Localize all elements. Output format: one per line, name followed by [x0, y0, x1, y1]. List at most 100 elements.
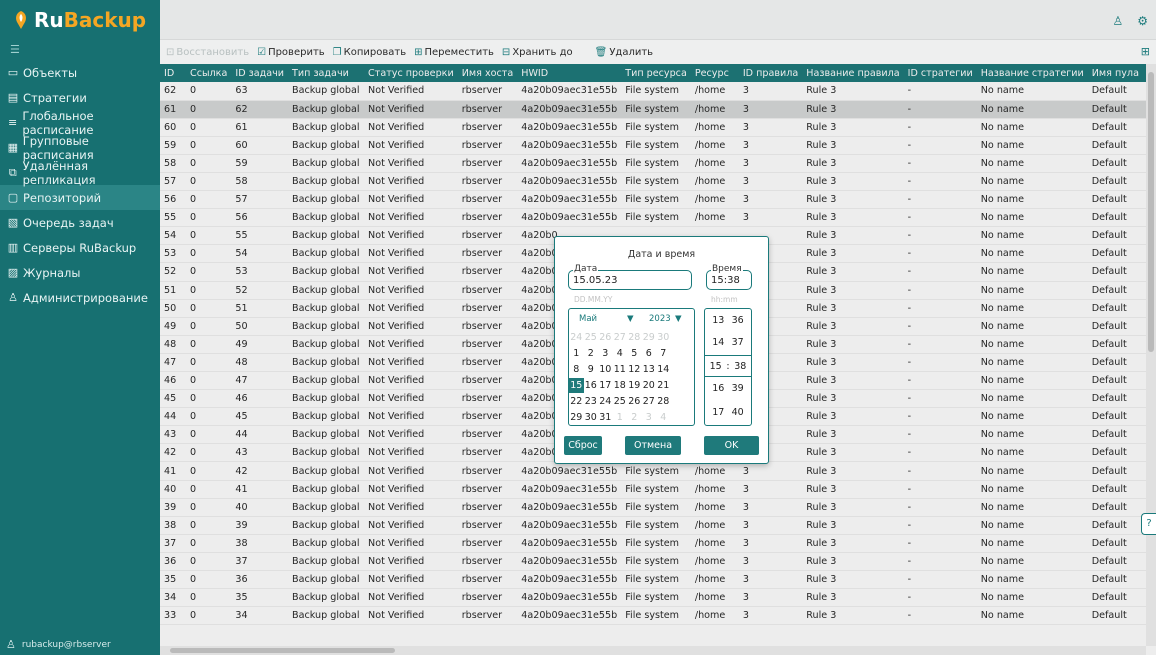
sidebar-item-label: Стратегии [23, 90, 87, 105]
calendar-day[interactable]: 11 [613, 364, 628, 375]
calendar-day[interactable]: 25 [584, 332, 599, 343]
calendar-day[interactable]: 27 [642, 396, 657, 407]
time-value[interactable]: 15:38 [711, 275, 740, 286]
move-button[interactable]: ⊞ Переместить [414, 47, 494, 58]
calendar-week: 29 30 31 1 2 3 4 [569, 409, 696, 425]
calendar-day[interactable]: 24 [598, 396, 613, 407]
calendar-day[interactable]: 21 [656, 380, 671, 391]
sidebar-item-3[interactable]: ▦ Групповые расписания [0, 134, 160, 162]
restore-button[interactable]: ⊡ Восстановить [166, 47, 249, 58]
calendar-day[interactable]: 29 [569, 412, 584, 423]
calendar-day[interactable]: 8 [569, 364, 584, 375]
month-select[interactable]: Май [579, 314, 597, 324]
help-icon[interactable]: ? [1141, 513, 1156, 535]
sidebar-item-5[interactable]: ▢ Репозиторий [0, 185, 160, 210]
calendar-day[interactable]: 23 [584, 396, 599, 407]
sidebar-item-4[interactable]: ⧉ Удалённая репликация [0, 159, 160, 187]
calendar-day[interactable]: 28 [627, 332, 642, 343]
dialog-title: Дата и время [627, 249, 696, 260]
time-value-cell: 39 [731, 383, 744, 394]
move-label: Переместить [424, 46, 494, 58]
sidebar-item-1[interactable]: ▤ Стратегии [0, 85, 160, 110]
calendar-day[interactable]: 30 [656, 332, 671, 343]
calendar-day[interactable]: 5 [627, 348, 642, 359]
calendar-day[interactable]: 24 [569, 332, 584, 343]
calendar-day[interactable]: 14 [656, 364, 671, 375]
calendar-day[interactable]: 9 [584, 364, 599, 375]
calendar-day[interactable]: 3 [642, 412, 657, 423]
calendar-week: 1234567 [569, 345, 696, 361]
delete-button[interactable]: 🗑 Удалить [595, 47, 653, 58]
ok-button[interactable]: OK [704, 436, 759, 455]
time-field[interactable]: Время 15:38 [706, 264, 752, 290]
year-select[interactable]: 2023 [649, 314, 671, 324]
calendar-day[interactable]: 1 [613, 412, 628, 423]
logo: Ru Backup [0, 0, 160, 40]
calendar-day[interactable]: 25 [613, 396, 628, 407]
date-label: Дата [573, 264, 599, 274]
calendar-day[interactable]: 6 [642, 348, 657, 359]
calendar-day[interactable]: 4 [656, 412, 671, 423]
list-icon: ≡ [8, 116, 18, 129]
calendar-day[interactable]: 28 [656, 396, 671, 407]
time-picker: 13 36 14 37 15:38 16 39 17 40 [704, 308, 752, 426]
time-option-row[interactable]: 13 36 [705, 315, 751, 326]
calendar-day[interactable]: 7 [656, 348, 671, 359]
calendar-week: 22 23 24 25 26 27 28 [569, 393, 696, 409]
time-option-row[interactable]: 14 37 [705, 337, 751, 348]
trash-icon: 🗑 [594, 46, 608, 58]
user-info[interactable]: ♙ rubackup@rbserver [6, 638, 111, 651]
column-settings-icon[interactable]: ⊞ [1141, 45, 1150, 58]
copy-button[interactable]: ❐ Копировать [333, 47, 406, 58]
calendar-day[interactable]: 2 [627, 412, 642, 423]
calendar-day[interactable]: 20 [642, 380, 657, 391]
calendar-day[interactable]: 18 [613, 380, 628, 391]
verify-button[interactable]: ☑ Проверить [257, 47, 325, 58]
calendar-day[interactable]: 22 [569, 396, 584, 407]
calendar-day[interactable]: 10 [598, 364, 613, 375]
calendar-day[interactable]: 15 [569, 377, 584, 393]
date-value[interactable]: 15.05.23 [573, 275, 618, 286]
calendar-day[interactable]: 19 [627, 380, 642, 391]
time-value-cell: 40 [731, 407, 744, 418]
calendar-day[interactable]: 27 [613, 332, 628, 343]
calendar-day[interactable]: 17 [598, 380, 613, 391]
profile-icon[interactable]: ♙ [1112, 14, 1123, 28]
calendar-day[interactable]: 31 [598, 412, 613, 423]
reset-button[interactable]: Сброс [564, 436, 602, 455]
calendar-day[interactable]: 13 [642, 364, 657, 375]
sidebar-item-label: Очередь задач [23, 215, 114, 230]
calendar-day[interactable]: 29 [642, 332, 657, 343]
year-chevron-down-icon[interactable]: ▼ [675, 314, 682, 324]
time-option-row[interactable]: 16 39 [705, 383, 751, 394]
sidebar-item-8[interactable]: ▨ Журналы [0, 260, 160, 285]
calendar-day[interactable]: 3 [598, 348, 613, 359]
sidebar-item-6[interactable]: ▧ Очередь задач [0, 210, 160, 235]
month-chevron-down-icon[interactable]: ▼ [627, 314, 634, 324]
date-field[interactable]: Дата 15.05.23 [568, 264, 692, 290]
keep-until-icon: ⊟ [501, 46, 511, 58]
verify-label: Проверить [268, 46, 325, 58]
time-current-row[interactable]: 15:38 [705, 355, 751, 377]
calendar-day[interactable]: 26 [598, 332, 613, 343]
monitor-icon: ▭ [7, 66, 19, 79]
calendar-day[interactable]: 4 [613, 348, 628, 359]
time-option-row[interactable]: 17 40 [705, 407, 751, 418]
sidebar-item-0[interactable]: ▭ Объекты [0, 60, 160, 85]
cancel-button[interactable]: Отмена [625, 436, 681, 455]
sidebar-item-7[interactable]: ▥ Серверы RuBackup [0, 235, 160, 260]
calendar-day[interactable]: 16 [584, 380, 599, 391]
calendar-day[interactable]: 12 [627, 364, 642, 375]
calendar-day[interactable]: 2 [584, 348, 599, 359]
calendar-day[interactable]: 26 [627, 396, 642, 407]
menu-collapse-icon[interactable]: ☰ [0, 40, 160, 60]
calendar-day[interactable]: 30 [584, 412, 599, 423]
move-icon: ⊞ [414, 46, 423, 58]
sidebar-item-2[interactable]: ≡ Глобальное расписание [0, 109, 160, 137]
app-window: Ru Backup ☰ ▭ Объекты ▤ Стратегии ≡ Глобальное… [0, 0, 1156, 655]
sidebar-item-9[interactable]: ♙ Администрирование [0, 285, 160, 310]
calendar-day[interactable]: 1 [569, 348, 584, 359]
settings-icon[interactable]: ⚙ [1137, 14, 1148, 28]
keep-until-button[interactable]: ⊟ Хранить до [502, 47, 573, 58]
calendar-icon: ▤ [7, 91, 19, 104]
